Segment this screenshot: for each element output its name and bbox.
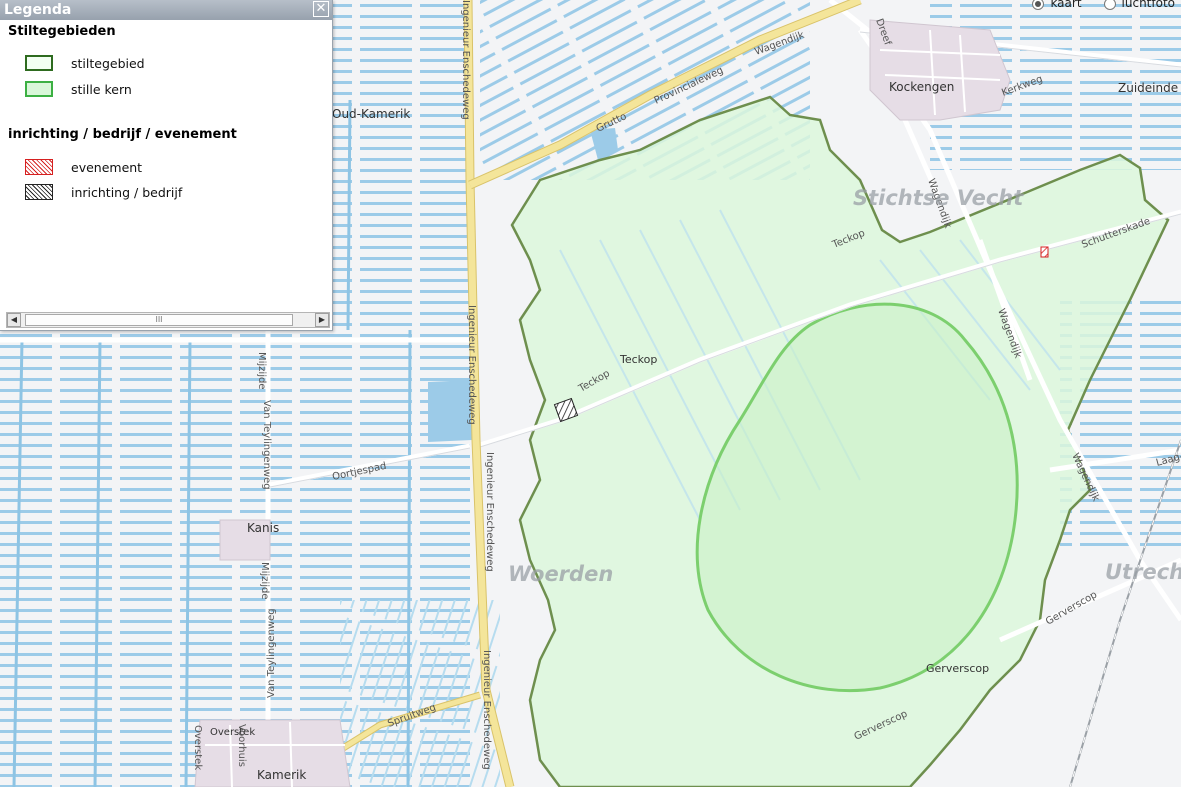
place-label: Kockengen: [889, 80, 954, 94]
legend-item-label: inrichting / bedrijf: [71, 184, 183, 200]
legend-item: evenement: [25, 158, 142, 176]
place-label: Gerverscop: [926, 662, 989, 675]
legend-section-heading: Stiltegebieden: [8, 24, 116, 39]
layer-option-kaart[interactable]: kaart: [1032, 0, 1082, 10]
legend-item-label: stille kern: [71, 81, 132, 97]
legend-item: stille kern: [25, 80, 132, 98]
legend-horizontal-scrollbar[interactable]: ◀ III ▶: [6, 312, 330, 328]
place-label: Overstek: [210, 727, 255, 738]
legend-title: Legenda: [4, 2, 72, 18]
evenement-marker[interactable]: [1040, 246, 1049, 258]
close-icon[interactable]: ✕: [313, 1, 329, 17]
layer-option-luchtfoto[interactable]: luchtfoto: [1103, 0, 1175, 10]
lake: [428, 380, 472, 442]
legend-item: inrichting / bedrijf: [25, 183, 182, 201]
municipality-label: Utrech: [1105, 560, 1181, 584]
legend-item-label: stiltegebied: [71, 55, 145, 71]
scroll-thumb-grip: III: [155, 315, 163, 324]
road-label: Mijzijde: [259, 562, 270, 600]
radio-kaart[interactable]: [1032, 0, 1045, 10]
road-label: Van Teylingenweg: [266, 608, 277, 698]
road-label: Ingenieur Enschedeweg: [466, 305, 477, 425]
stille-kern-swatch: [25, 81, 53, 97]
legend-section-heading: inrichting / bedrijf / evenement: [8, 127, 237, 142]
scroll-right-icon[interactable]: ▶: [315, 313, 329, 327]
layer-switch: kaart luchtfoto: [1032, 0, 1175, 10]
layer-option-label: kaart: [1050, 0, 1082, 10]
road-label: Ingenieur Enschedeweg: [484, 452, 495, 572]
place-label: Kamerik: [257, 768, 306, 782]
place-label: Zuideinde: [1118, 81, 1178, 95]
legend-item: stiltegebied: [25, 54, 145, 72]
stiltegebied-swatch: [25, 55, 53, 71]
evenement-swatch: [25, 159, 53, 175]
place-label: Kanis: [247, 521, 279, 535]
legend-panel: Legenda ✕ Stiltegebieden stiltegebied st…: [0, 0, 333, 331]
place-label: Teckop: [619, 353, 657, 366]
road-label: Ingenieur Enschedeweg: [481, 650, 492, 770]
place-label: Oud-Kamerik: [332, 107, 410, 121]
road-label: Van Teylingenweg: [261, 400, 272, 490]
scroll-left-icon[interactable]: ◀: [7, 313, 21, 327]
road-label: Ingenieur Enschedeweg: [460, 0, 471, 120]
road-label: Overstek: [192, 725, 203, 770]
legend-item-label: evenement: [71, 159, 143, 175]
legend-header: Legenda ✕: [0, 0, 332, 20]
radio-luchtfoto[interactable]: [1103, 0, 1116, 10]
road-label: Mijzijde: [256, 352, 267, 390]
municipality-label: Stichtse Vecht: [853, 186, 1024, 210]
scroll-thumb[interactable]: III: [25, 314, 293, 326]
inrichting-bedrijf-swatch: [25, 184, 53, 200]
municipality-label: Woerden: [508, 562, 613, 586]
layer-option-label: luchtfoto: [1121, 0, 1175, 10]
